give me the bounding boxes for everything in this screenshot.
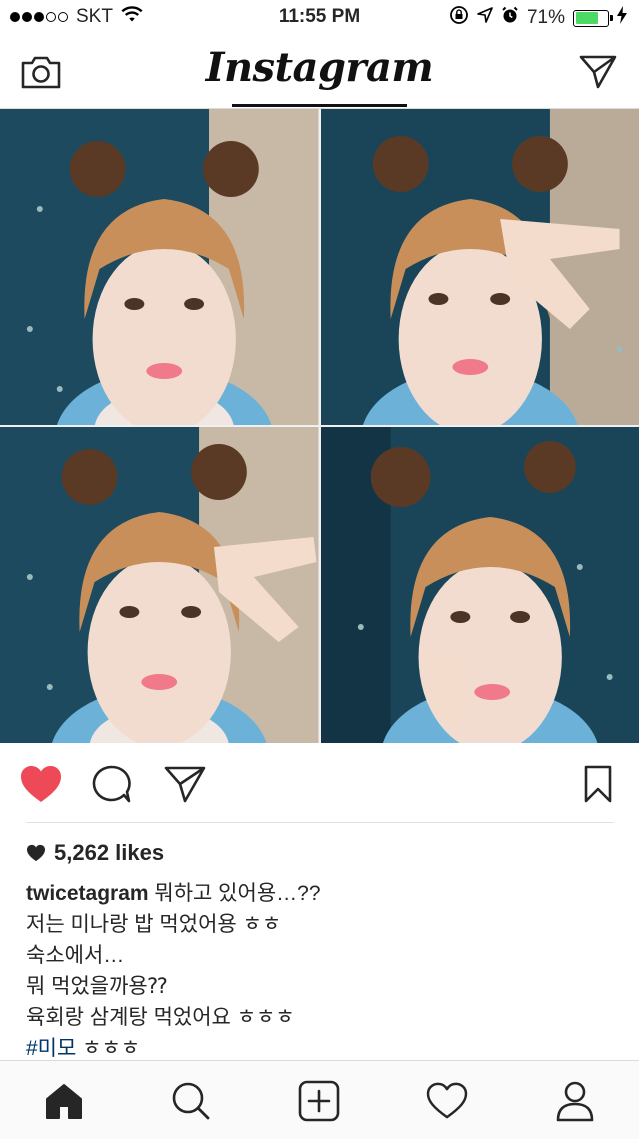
share-icon bbox=[163, 764, 207, 804]
actions-divider bbox=[26, 822, 614, 823]
share-button[interactable] bbox=[162, 764, 208, 804]
post-photo[interactable] bbox=[0, 109, 639, 743]
photo-tile-1 bbox=[0, 109, 319, 425]
caption-line-4: 뭐 먹었을까용⁇ bbox=[26, 971, 616, 1002]
tab-search[interactable] bbox=[167, 1079, 215, 1123]
alarm-icon bbox=[501, 6, 519, 30]
like-button[interactable] bbox=[18, 764, 64, 804]
tab-new-post[interactable] bbox=[295, 1079, 343, 1123]
save-button[interactable] bbox=[578, 762, 618, 806]
photo-tile-3 bbox=[0, 427, 319, 743]
hashtag-suffix: ㅎㅎㅎ bbox=[76, 1037, 140, 1060]
tab-profile[interactable] bbox=[551, 1079, 599, 1123]
comment-icon bbox=[91, 764, 133, 804]
likes-count[interactable]: 5,262 likes bbox=[26, 840, 164, 866]
direct-message-icon bbox=[578, 53, 618, 91]
logo-underline bbox=[232, 104, 407, 107]
hashtag-link[interactable]: #미모 bbox=[26, 1037, 76, 1060]
post-actions bbox=[0, 744, 639, 822]
caption-username[interactable]: twicetagram bbox=[26, 882, 149, 905]
activity-icon bbox=[426, 1082, 468, 1120]
status-right: 71% bbox=[449, 5, 627, 31]
small-heart-icon bbox=[26, 844, 46, 862]
caption-line-3: 숙소에서… bbox=[26, 940, 616, 971]
battery-percent: 71% bbox=[527, 7, 565, 29]
caption-line-2: 저는 미나랑 밥 먹었어용 ㅎㅎ bbox=[26, 909, 616, 940]
home-icon bbox=[44, 1082, 84, 1120]
profile-icon bbox=[555, 1080, 595, 1122]
location-arrow-icon bbox=[477, 7, 493, 29]
tab-home[interactable] bbox=[40, 1079, 88, 1123]
heart-filled-icon bbox=[19, 764, 63, 804]
direct-message-button[interactable] bbox=[576, 52, 620, 92]
tab-activity[interactable] bbox=[423, 1079, 471, 1123]
status-bar: SKT 11:55 PM 71% bbox=[0, 0, 639, 36]
instagram-logo: Instagram bbox=[0, 44, 639, 91]
bottom-tab-bar bbox=[0, 1060, 639, 1139]
battery-icon bbox=[573, 10, 609, 27]
bookmark-icon bbox=[582, 764, 614, 804]
new-post-icon bbox=[298, 1080, 340, 1122]
comment-button[interactable] bbox=[90, 764, 134, 804]
battery-fill bbox=[576, 12, 598, 24]
photo-tile-2 bbox=[321, 109, 639, 425]
likes-text: 5,262 likes bbox=[54, 840, 164, 866]
caption-line-5: 육회랑 삼계탕 먹었어요 ㅎㅎㅎ bbox=[26, 1002, 616, 1033]
search-icon bbox=[171, 1081, 211, 1121]
charging-bolt-icon bbox=[617, 6, 627, 30]
caption-text: 뭐하고 있어용…?? bbox=[149, 882, 321, 905]
app-header: Instagram bbox=[0, 36, 639, 109]
photo-tile-4 bbox=[321, 427, 639, 743]
post-caption: twicetagram 뭐하고 있어용…?? 저는 미나랑 밥 먹었어용 ㅎㅎ … bbox=[26, 878, 616, 1064]
caption-line-1: twicetagram 뭐하고 있어용…?? bbox=[26, 878, 616, 909]
orientation-lock-icon bbox=[449, 5, 469, 31]
